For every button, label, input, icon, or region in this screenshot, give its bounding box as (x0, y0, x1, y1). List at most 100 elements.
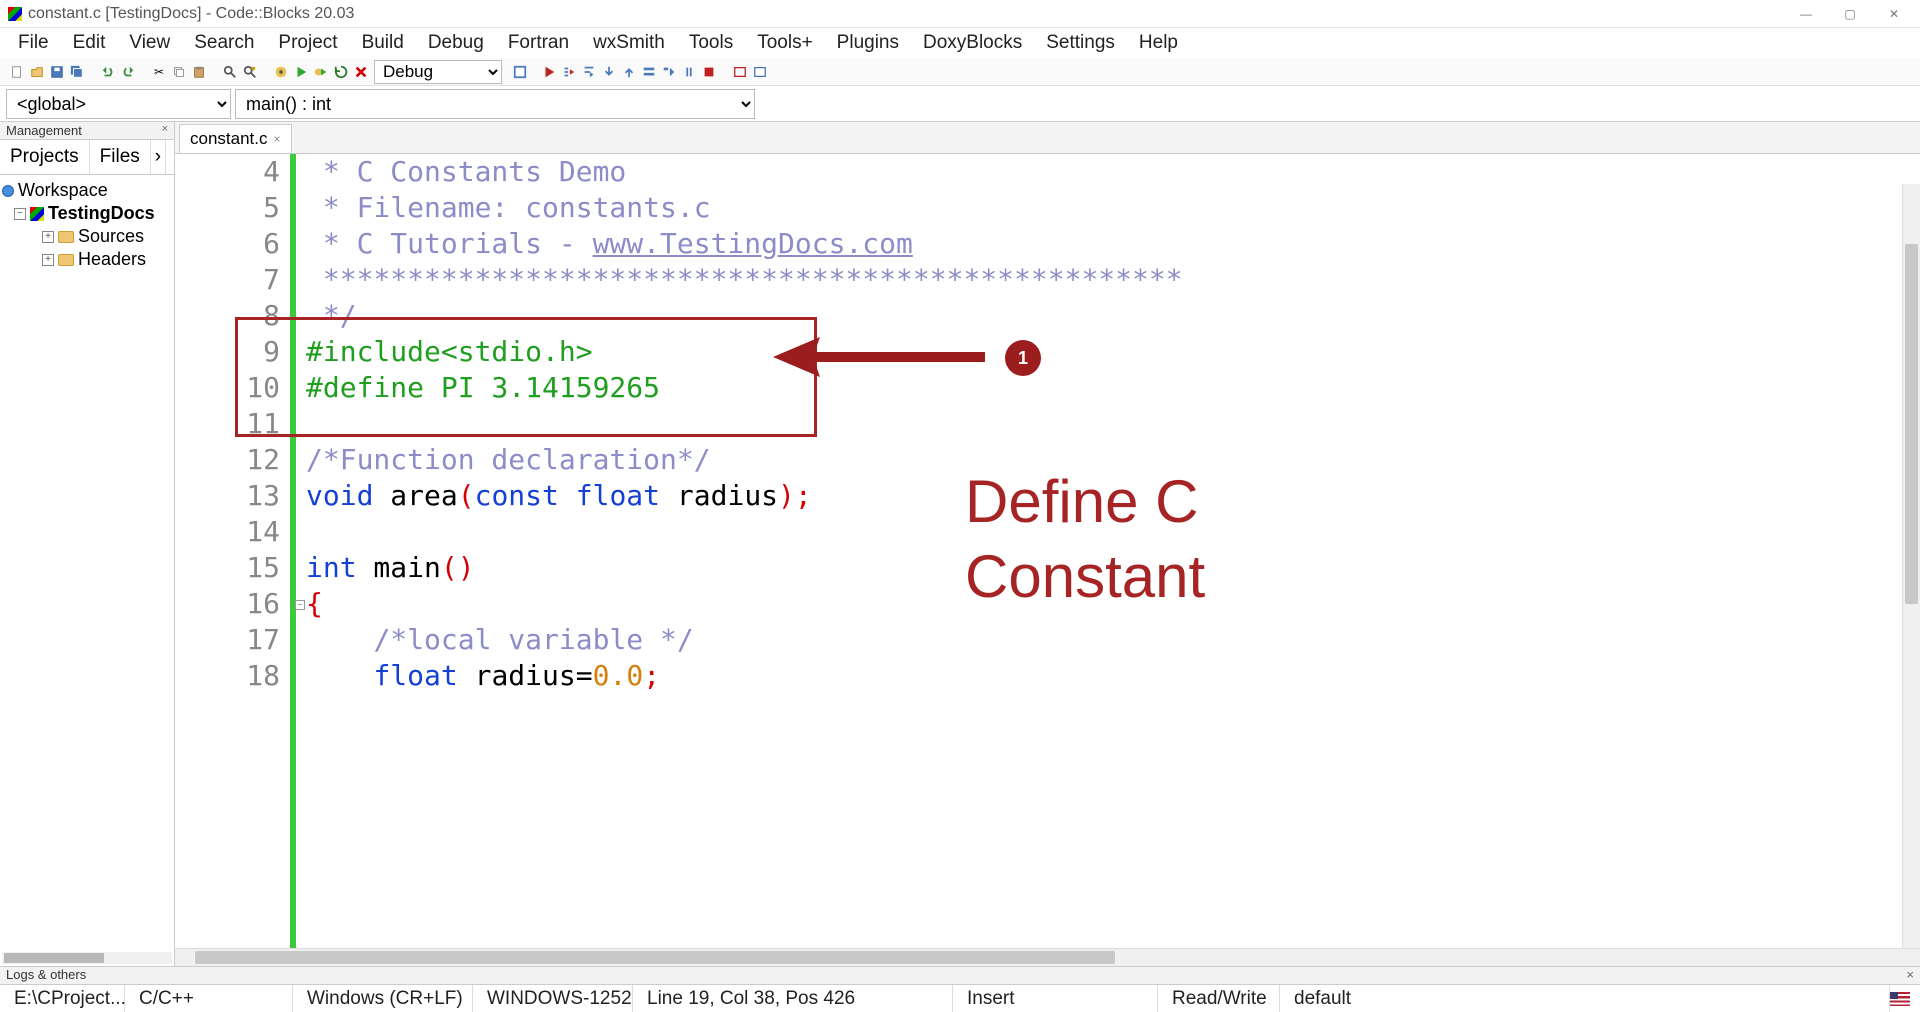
next-line-icon[interactable] (580, 63, 598, 81)
tree-project[interactable]: − TestingDocs (2, 202, 172, 225)
menu-doxyblocks[interactable]: DoxyBlocks (911, 28, 1034, 58)
build-icon[interactable] (272, 63, 290, 81)
undo-icon[interactable] (99, 63, 117, 81)
management-panel: Management × Projects Files › Workspace … (0, 122, 175, 966)
menu-view[interactable]: View (117, 28, 182, 58)
menu-wxsmith[interactable]: wxSmith (581, 28, 677, 58)
management-close-icon[interactable]: × (162, 123, 168, 138)
redo-icon[interactable] (119, 63, 137, 81)
cut-icon[interactable]: ✂ (150, 63, 168, 81)
open-icon[interactable] (28, 63, 46, 81)
find-icon[interactable] (221, 63, 239, 81)
status-eol: Windows (CR+LF) (293, 985, 473, 1012)
editor-tabs: constant.c × (175, 122, 1920, 154)
line-gutter: 456789101112131415161718 (175, 154, 290, 948)
menu-help[interactable]: Help (1127, 28, 1190, 58)
menu-debug[interactable]: Debug (416, 28, 496, 58)
target-icon[interactable] (511, 63, 529, 81)
copy-icon[interactable] (170, 63, 188, 81)
info-icon[interactable] (751, 63, 769, 81)
debug-windows-icon[interactable] (731, 63, 749, 81)
build-run-icon[interactable] (312, 63, 330, 81)
project-label: TestingDocs (48, 203, 155, 224)
paste-icon[interactable] (190, 63, 208, 81)
stop-debug-icon[interactable] (700, 63, 718, 81)
tab-projects[interactable]: Projects (0, 140, 90, 174)
editor-vertical-scrollbar[interactable] (1902, 184, 1920, 948)
scope-toolbar: <global> main() : int (0, 86, 1920, 122)
management-title: Management (6, 123, 82, 138)
expand-icon[interactable]: − (14, 208, 26, 220)
management-tabs: Projects Files › (0, 140, 174, 175)
fold-toggle-icon[interactable]: − (295, 600, 305, 610)
rebuild-icon[interactable] (332, 63, 350, 81)
expand-icon[interactable]: + (42, 231, 54, 243)
step-into-icon[interactable] (600, 63, 618, 81)
management-title-bar: Management × (0, 122, 174, 140)
status-path: E:\CProject... (0, 985, 125, 1012)
status-bar: E:\CProject... C/C++ Windows (CR+LF) WIN… (0, 984, 1920, 1012)
menu-plugins[interactable]: Plugins (825, 28, 911, 58)
close-button[interactable]: ✕ (1882, 4, 1906, 24)
fold-column: − (296, 154, 306, 948)
workspace-icon (2, 185, 14, 197)
logs-title: Logs & others (6, 967, 86, 984)
language-flag-icon[interactable] (1890, 992, 1910, 1006)
menu-settings[interactable]: Settings (1034, 28, 1127, 58)
editor-area: constant.c × 456789101112131415161718 − … (175, 122, 1920, 966)
replace-icon[interactable] (241, 63, 259, 81)
tab-label: constant.c (190, 129, 268, 149)
break-debug-icon[interactable] (680, 63, 698, 81)
folder-icon (58, 254, 74, 266)
workspace-label: Workspace (18, 180, 108, 201)
next-instr-icon[interactable] (640, 63, 658, 81)
tab-files[interactable]: Files (90, 140, 151, 174)
save-icon[interactable] (48, 63, 66, 81)
logs-panel: Logs & others × (0, 966, 1920, 984)
headers-label: Headers (78, 249, 146, 270)
code-editor[interactable]: 456789101112131415161718 − * C Constants… (175, 154, 1920, 948)
step-into-instr-icon[interactable] (660, 63, 678, 81)
folder-icon (58, 231, 74, 243)
logs-close-icon[interactable]: × (1906, 967, 1914, 984)
tree-sources[interactable]: + Sources (2, 225, 172, 248)
abort-icon[interactable] (352, 63, 370, 81)
scope-function-select[interactable]: main() : int (235, 89, 755, 119)
menu-toolsplus[interactable]: Tools+ (745, 28, 824, 58)
menu-bar: File Edit View Search Project Build Debu… (0, 28, 1920, 58)
tree-headers[interactable]: + Headers (2, 248, 172, 271)
new-file-icon[interactable] (8, 63, 26, 81)
tree-workspace[interactable]: Workspace (2, 179, 172, 202)
main-area: Management × Projects Files › Workspace … (0, 122, 1920, 966)
menu-file[interactable]: File (6, 28, 61, 58)
window-controls: — ▢ ✕ (1794, 4, 1906, 24)
step-out-icon[interactable] (620, 63, 638, 81)
editor-tab-constant[interactable]: constant.c × (179, 124, 292, 153)
project-tree: Workspace − TestingDocs + Sources + Head… (0, 175, 174, 275)
minimize-button[interactable]: — (1794, 4, 1818, 24)
menu-build[interactable]: Build (350, 28, 416, 58)
status-profile: default (1280, 985, 1890, 1012)
annotation-badge: 1 (1005, 340, 1041, 376)
status-language: C/C++ (125, 985, 293, 1012)
editor-horizontal-scrollbar[interactable] (175, 948, 1920, 966)
debug-run-icon[interactable] (540, 63, 558, 81)
scope-global-select[interactable]: <global> (6, 89, 231, 119)
menu-tools[interactable]: Tools (677, 28, 745, 58)
save-all-icon[interactable] (68, 63, 86, 81)
menu-search[interactable]: Search (182, 28, 266, 58)
maximize-button[interactable]: ▢ (1838, 4, 1862, 24)
menu-fortran[interactable]: Fortran (496, 28, 581, 58)
run-icon[interactable] (292, 63, 310, 81)
window-title: constant.c [TestingDocs] - Code::Blocks … (28, 5, 1794, 23)
tab-close-icon[interactable]: × (274, 132, 281, 146)
sources-label: Sources (78, 226, 144, 247)
build-target-select[interactable]: Debug (374, 60, 502, 84)
menu-project[interactable]: Project (266, 28, 349, 58)
expand-icon[interactable]: + (42, 254, 54, 266)
tab-more[interactable]: › (151, 140, 166, 174)
run-to-cursor-icon[interactable] (560, 63, 578, 81)
menu-edit[interactable]: Edit (61, 28, 118, 58)
sidebar-scrollbar[interactable] (2, 952, 172, 964)
project-icon (30, 207, 44, 221)
